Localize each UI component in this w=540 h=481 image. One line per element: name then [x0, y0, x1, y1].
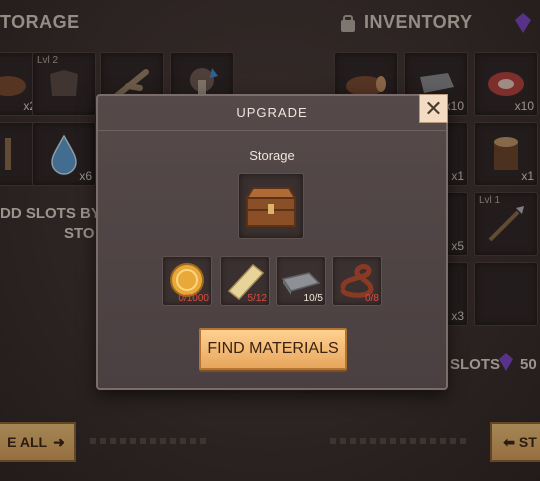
material-slot[interactable]: 10/5	[276, 256, 326, 306]
find-materials-button[interactable]: FIND MATERIALS	[199, 328, 347, 370]
material-requirement: 0/8	[365, 293, 379, 304]
close-icon: ✕	[424, 95, 443, 121]
close-button[interactable]: ✕	[419, 94, 448, 123]
target-building-slot	[238, 173, 304, 239]
material-slot[interactable]: 0/1000	[162, 256, 212, 306]
material-requirement: 5/12	[247, 293, 267, 304]
material-requirement: 10/5	[303, 293, 323, 304]
dialog-title: UPGRADE	[236, 105, 308, 120]
dialog-header: UPGRADE	[98, 96, 446, 131]
wooden-chest-icon	[245, 187, 297, 227]
material-requirement: 0/1000	[178, 293, 209, 304]
building-name: Storage	[249, 148, 295, 163]
material-slot[interactable]: 0/8	[332, 256, 382, 306]
upgrade-dialog: UPGRADE ✕ Storage 0/1000 5/12 10/5 0/8 F…	[96, 94, 448, 390]
material-slot[interactable]: 5/12	[220, 256, 270, 306]
